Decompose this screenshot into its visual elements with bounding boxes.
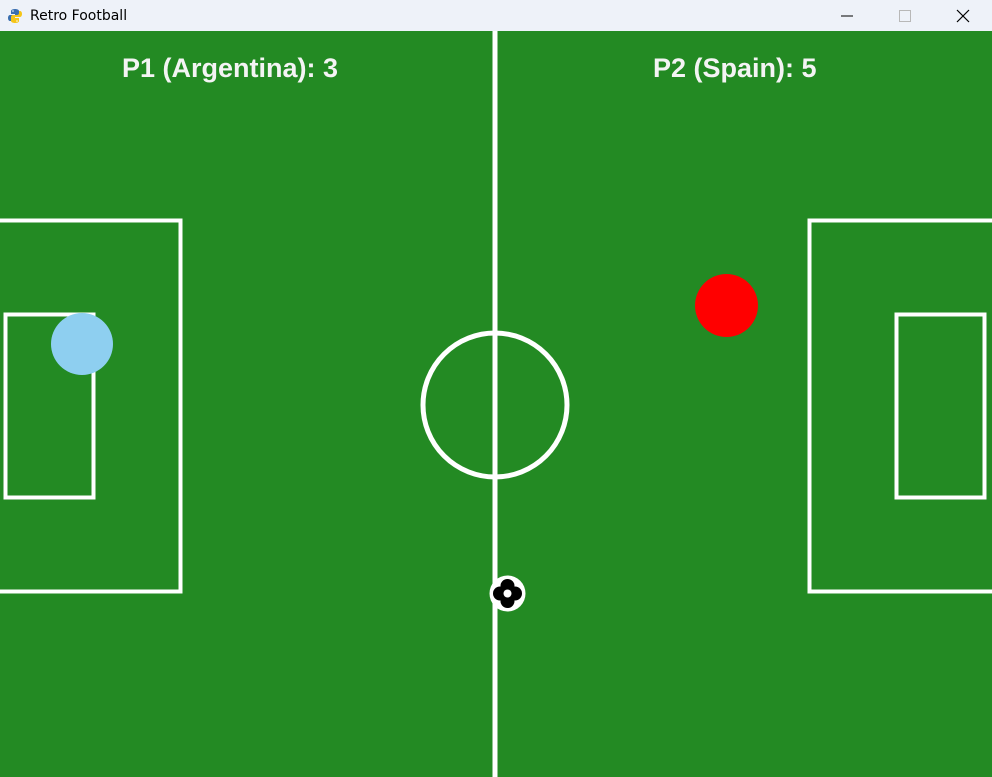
left-penalty-box <box>0 218 183 594</box>
close-icon <box>956 9 970 22</box>
minimize-icon <box>841 15 853 16</box>
p1-score: P1 (Argentina): 3 <box>122 53 339 83</box>
right-penalty-box <box>807 218 992 594</box>
right-goal-box <box>894 312 987 500</box>
window-title: Retro Football <box>30 7 128 24</box>
soccer-ball-icon <box>489 575 526 612</box>
pitch-markings <box>0 31 992 777</box>
minimize-button[interactable] <box>818 0 876 31</box>
maximize-button[interactable] <box>876 0 934 31</box>
game-window: Retro Football P1 (Argentina): 3 P2 (Spa… <box>0 0 992 777</box>
maximize-icon <box>899 9 911 22</box>
python-icon <box>6 7 24 25</box>
player-1-argentina <box>51 313 113 375</box>
player-2-spain <box>695 274 758 337</box>
p2-score: P2 (Spain): 5 <box>653 53 817 83</box>
football-pitch: P1 (Argentina): 3 P2 (Spain): 5 <box>0 31 992 777</box>
window-controls <box>818 0 992 31</box>
title-bar[interactable]: Retro Football <box>0 0 992 31</box>
close-button[interactable] <box>934 0 992 31</box>
